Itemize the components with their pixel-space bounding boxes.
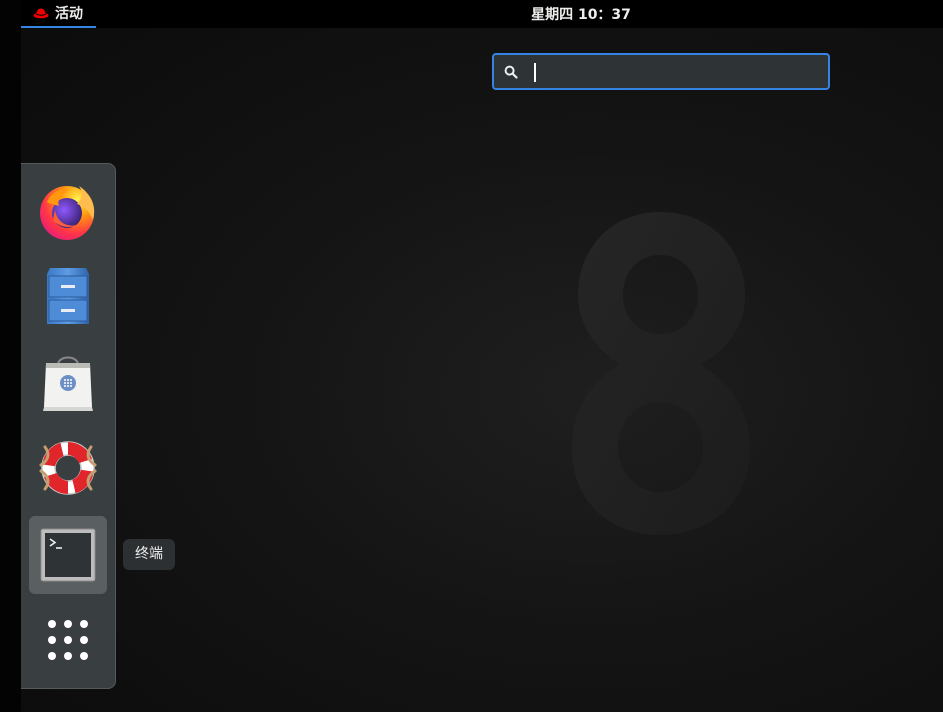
- screen-edge: [0, 0, 21, 712]
- text-cursor: [534, 63, 536, 82]
- background-8-logo: [572, 212, 750, 535]
- app-grid-icon: [48, 620, 88, 660]
- redhat-icon: [33, 8, 49, 19]
- dash-item-terminal[interactable]: [29, 516, 107, 594]
- dash-tooltip: 终端: [123, 539, 175, 570]
- lifebuoy-icon: [39, 441, 97, 495]
- shopping-bag-icon: [43, 356, 93, 411]
- top-bar: 活动 星期四 10：37: [21, 0, 943, 28]
- clock[interactable]: 星期四 10：37: [501, 0, 661, 28]
- dash-item-firefox[interactable]: [29, 172, 107, 250]
- dash-item-help[interactable]: [29, 429, 107, 507]
- activities-label: 活动: [55, 6, 83, 22]
- file-cabinet-icon: [47, 268, 89, 324]
- search-icon: [504, 65, 518, 79]
- desktop-background: [21, 0, 943, 712]
- search-box[interactable]: [492, 53, 830, 90]
- dash-item-software[interactable]: [29, 343, 107, 421]
- show-applications-button[interactable]: [29, 601, 107, 679]
- activities-button[interactable]: 活动: [21, 0, 96, 28]
- screen: 活动 星期四 10：37 终端: [0, 0, 943, 712]
- terminal-icon: [40, 528, 96, 582]
- dash: [21, 163, 116, 689]
- search-input[interactable]: [526, 57, 828, 86]
- dash-item-files[interactable]: [29, 256, 107, 334]
- firefox-icon: [40, 186, 95, 240]
